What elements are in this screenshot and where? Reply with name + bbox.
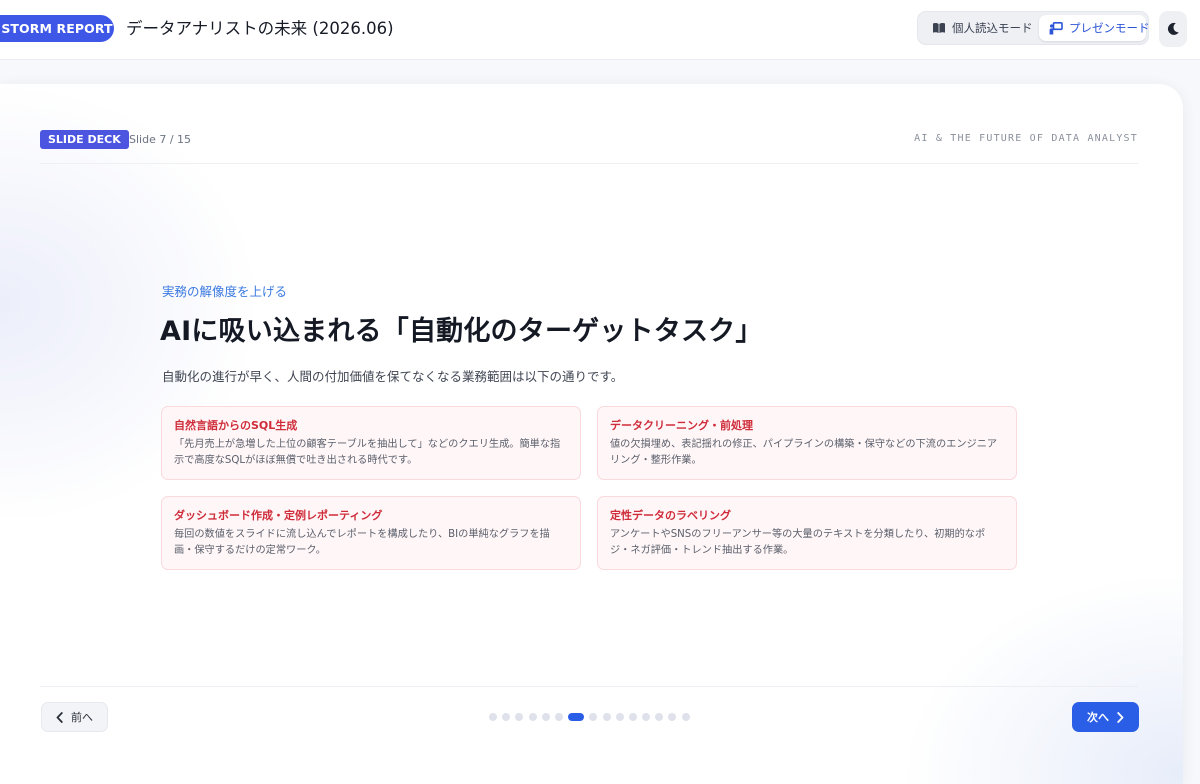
pagination-dot[interactable] — [589, 713, 598, 721]
chevron-right-icon — [1117, 711, 1124, 723]
pagination-dot[interactable] — [554, 713, 563, 721]
task-card-body: 毎回の数値をスライドに流し込んでレポートを構成したり、BIの単純なグラフを描画・… — [174, 529, 550, 556]
task-card-body: 値の欠損埋め、表記揺れの修正、パイプラインの構築・保守などの下流のエンジニアリン… — [610, 439, 998, 466]
mode-toggle: 個人読込モード プレゼンモード — [917, 11, 1150, 45]
pagination-dot[interactable] — [655, 713, 664, 721]
deck-subject: AI & THE FUTURE OF DATA ANALYST — [914, 133, 1138, 144]
pagination-dot[interactable] — [502, 713, 511, 721]
prev-label: 前へ — [71, 711, 93, 724]
reader-mode-button[interactable]: 個人読込モード — [922, 15, 1038, 41]
slide-eyebrow: 実務の解像度を上げる — [162, 284, 288, 299]
present-mode-button[interactable]: プレゼンモード — [1039, 15, 1150, 41]
task-card-title: 定性データのラベリング — [610, 509, 731, 522]
pagination-dot[interactable] — [642, 713, 651, 721]
next-label: 次へ — [1087, 711, 1109, 724]
task-card-title: 自然言語からのSQL生成 — [174, 419, 298, 432]
task-card: データクリーニング・前処理 値の欠損埋め、表記揺れの修正、パイプラインの構築・保… — [597, 406, 1017, 480]
pagination-dot[interactable] — [615, 713, 624, 721]
task-card: 自然言語からのSQL生成 「先月売上が急増した上位の顧客テーブルを抽出して」など… — [161, 406, 581, 480]
pagination-dot[interactable] — [602, 713, 611, 721]
pagination-dot[interactable] — [541, 713, 550, 721]
prev-slide-button[interactable]: 前へ — [41, 702, 108, 732]
pagination-dot[interactable] — [528, 713, 537, 721]
presentation-icon — [1049, 21, 1063, 34]
task-card-body: 「先月売上が急増した上位の顧客テーブルを抽出して」などのクエリ生成。簡単な指示で… — [174, 439, 561, 466]
report-title: データアナリストの未来 (2026.06) — [126, 19, 394, 38]
pagination-dot[interactable] — [681, 713, 690, 721]
pagination-dot[interactable] — [489, 713, 497, 721]
footer-divider — [40, 686, 1138, 687]
pagination-dot[interactable] — [668, 713, 677, 721]
slide-pagination — [489, 713, 690, 721]
slide-header: SLIDE DECK Slide 7 / 15 AI & THE FUTURE … — [40, 130, 1138, 164]
slide-deck-chip: SLIDE DECK — [40, 130, 129, 149]
pagination-dot-active[interactable] — [568, 713, 585, 721]
reader-mode-label: 個人読込モード — [952, 21, 1033, 35]
slide-lead: 自動化の進行が早く、人間の付加価値を保てなくなる業務範囲は以下の通りです。 — [162, 369, 624, 384]
theme-toggle-button[interactable] — [1159, 11, 1187, 47]
top-bar: STORM REPORT データアナリストの未来 (2026.06) 個人読込モ… — [0, 0, 1200, 60]
next-slide-button[interactable]: 次へ — [1072, 702, 1139, 732]
brand-badge[interactable]: STORM REPORT — [0, 15, 114, 42]
task-card-body: アンケートやSNSのフリーアンサー等の大量のテキストを分類したり、初期的なポジ・… — [610, 529, 986, 556]
slide-counter: Slide 7 / 15 — [129, 133, 192, 146]
task-card: ダッシュボード作成・定例レポーティング 毎回の数値をスライドに流し込んでレポート… — [161, 496, 581, 570]
slide-title: AIに吸い込まれる「自動化のターゲットタスク」 — [160, 316, 763, 347]
moon-icon — [1167, 22, 1179, 35]
task-card-title: ダッシュボード作成・定例レポーティング — [174, 509, 383, 522]
chevron-left-icon — [56, 711, 63, 723]
pagination-dot[interactable] — [515, 713, 524, 721]
slide-deck: SLIDE DECK Slide 7 / 15 AI & THE FUTURE … — [0, 84, 1183, 784]
task-card-title: データクリーニング・前処理 — [610, 419, 753, 432]
book-icon — [933, 23, 945, 33]
pagination-dot[interactable] — [628, 713, 637, 721]
present-mode-label: プレゼンモード — [1069, 21, 1150, 35]
task-card: 定性データのラベリング アンケートやSNSのフリーアンサー等の大量のテキストを分… — [597, 496, 1017, 570]
